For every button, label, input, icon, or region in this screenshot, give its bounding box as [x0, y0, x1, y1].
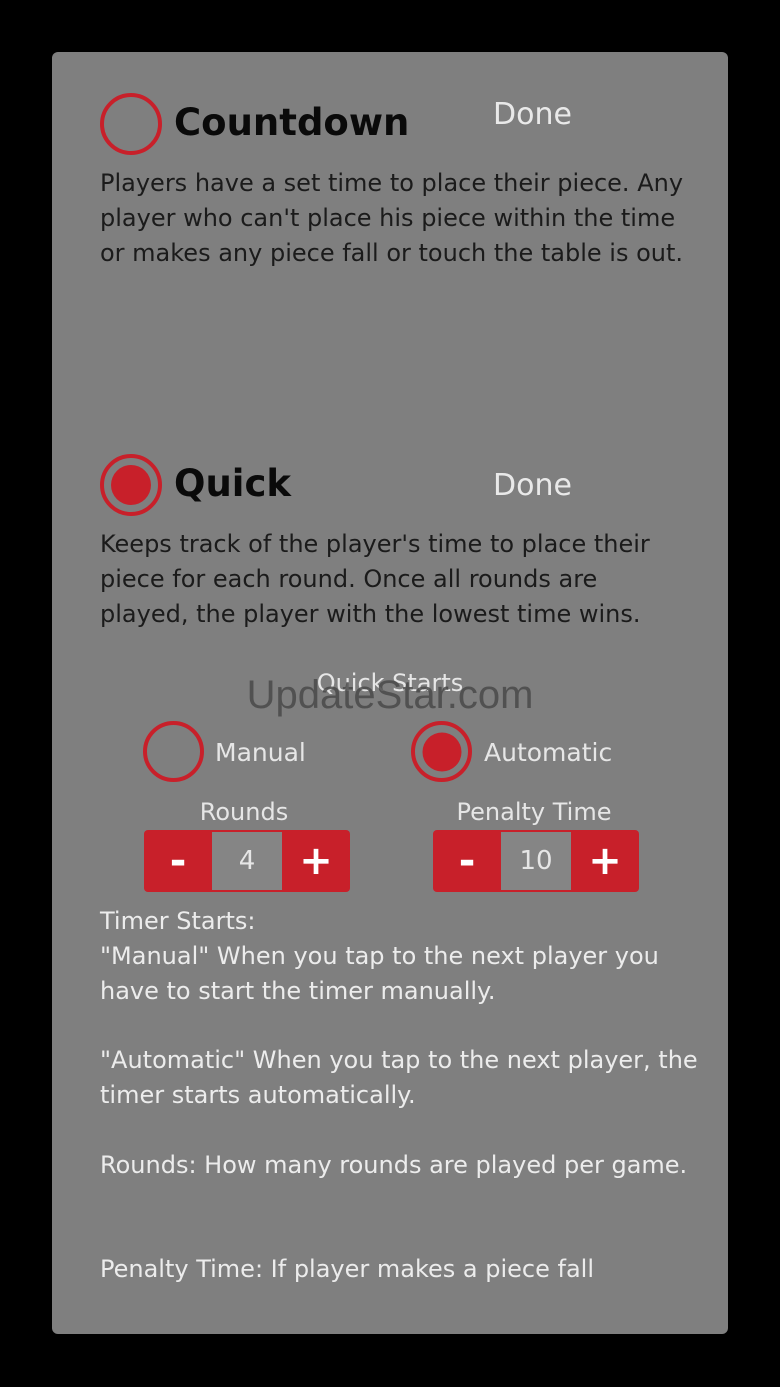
- settings-panel: Countdown Done Players have a set time t…: [52, 52, 728, 1334]
- help-timer-starts-heading: Timer Starts:: [100, 907, 256, 935]
- countdown-done-button[interactable]: Done: [493, 100, 572, 130]
- countdown-title: Countdown: [174, 101, 410, 144]
- manual-label: Manual: [215, 738, 306, 767]
- automatic-radio-selected-dot: [422, 732, 461, 771]
- penalty-increment-button[interactable]: +: [571, 830, 639, 892]
- quick-radio-selected-dot: [111, 465, 151, 505]
- countdown-radio[interactable]: [100, 93, 162, 155]
- penalty-value: 10: [501, 830, 571, 892]
- automatic-radio[interactable]: [411, 721, 472, 782]
- help-manual-text: "Manual" When you tap to the next player…: [100, 942, 659, 1005]
- rounds-stepper: - 4 +: [144, 830, 350, 892]
- help-automatic-text: "Automatic" When you tap to the next pla…: [100, 1046, 698, 1109]
- help-penalty-text: Penalty Time: If player makes a piece fa…: [100, 1255, 595, 1283]
- quick-done-button[interactable]: Done: [493, 471, 572, 501]
- quick-description: Keeps track of the player's time to plac…: [100, 530, 650, 628]
- rounds-increment-button[interactable]: +: [282, 830, 350, 892]
- penalty-time-stepper: - 10 +: [433, 830, 639, 892]
- penalty-decrement-button[interactable]: -: [433, 830, 501, 892]
- quick-title: Quick: [174, 462, 292, 505]
- rounds-label: Rounds: [199, 798, 289, 826]
- quick-starts-heading: Quick Starts: [316, 669, 464, 697]
- penalty-time-label: Penalty Time: [456, 798, 612, 826]
- countdown-description: Players have a set time to place their p…: [100, 169, 684, 267]
- rounds-decrement-button[interactable]: -: [144, 830, 212, 892]
- automatic-label: Automatic: [484, 738, 613, 767]
- rounds-value: 4: [212, 830, 282, 892]
- manual-radio[interactable]: [143, 721, 204, 782]
- help-rounds-text: Rounds: How many rounds are played per g…: [100, 1151, 688, 1179]
- quick-radio[interactable]: [100, 454, 162, 516]
